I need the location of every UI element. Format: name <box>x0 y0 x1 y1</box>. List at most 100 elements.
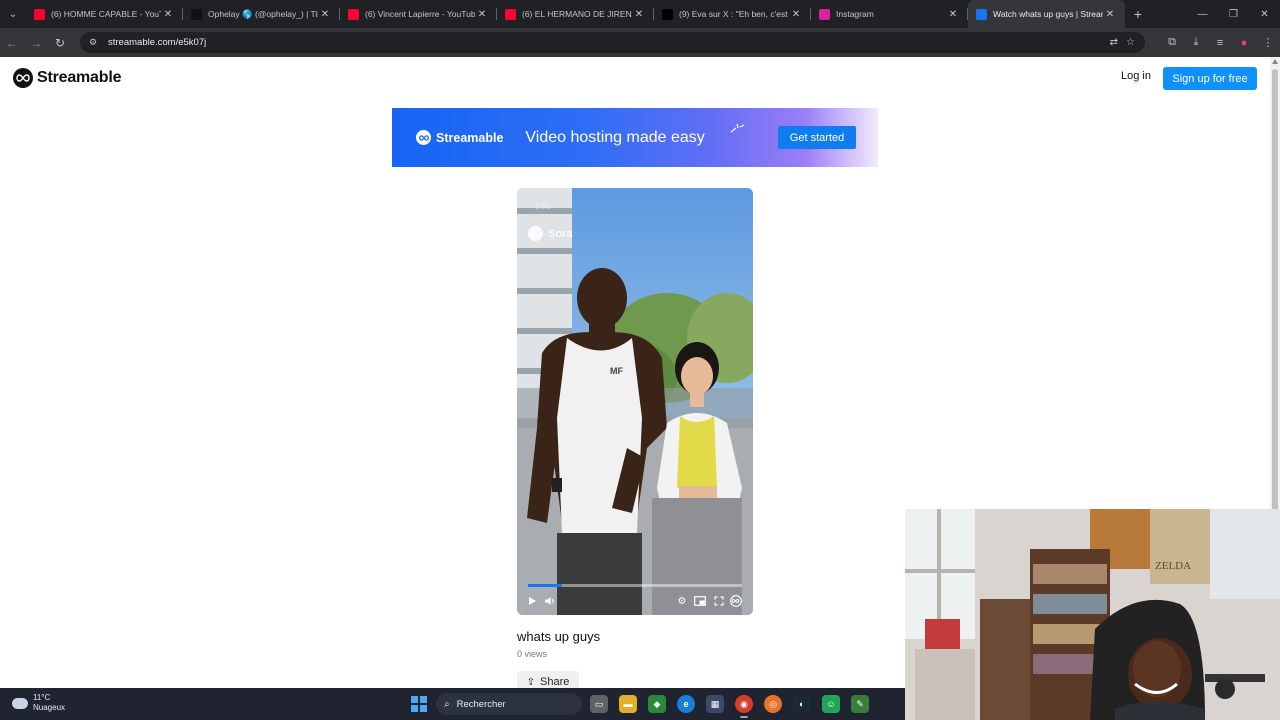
taskbar-search[interactable]: ⌕ Rechercher <box>436 693 582 715</box>
media-control-icon[interactable]: ≡ <box>1208 37 1232 49</box>
tab-title: Watch whats up guys | Streamable <box>993 9 1103 19</box>
promo-banner[interactable]: Streamable Video hosting made easy Get s… <box>392 108 878 167</box>
task-view-icon[interactable]: ▭ <box>590 695 608 713</box>
search-icon: ⌕ <box>444 698 450 710</box>
windows-start-icon[interactable] <box>411 696 427 712</box>
sora-watermark-text: Sora <box>548 227 573 240</box>
video-views: 0 views <box>517 649 548 659</box>
svg-text:MF: MF <box>610 366 623 376</box>
url-text[interactable]: streamable.com/e5k07j <box>108 37 206 48</box>
browser-toolbar: ← → ↻ ⚙ streamable.com/e5k07j ⇄ ☆ ⧉ ⤓ ≡ … <box>0 28 1280 57</box>
weather-widget[interactable]: 11°C Nuageux <box>12 693 65 713</box>
extensions-icon[interactable]: ⧉ <box>1160 36 1184 49</box>
window-controls: — ❐ ✕ <box>1187 0 1280 28</box>
browser-tab[interactable]: (6) EL HERMANO DE JIREN - Sa✕ <box>497 0 654 28</box>
x-icon <box>662 8 673 20</box>
webcam-overlay: ZELDA <box>905 509 1280 720</box>
reload-icon[interactable]: ↻ <box>48 28 72 57</box>
bookmark-star-icon[interactable]: ☆ <box>1126 37 1135 48</box>
webcam-feed: ZELDA <box>905 509 1280 720</box>
get-started-button[interactable]: Get started <box>778 126 856 149</box>
banner-streamable-icon <box>416 130 431 145</box>
share-label: Share <box>540 676 570 688</box>
tab-title: Ophelay 🌎 (@ophelay_) | TikTok <box>208 8 318 19</box>
youtube-icon <box>348 8 359 20</box>
forward-icon[interactable]: → <box>24 28 48 57</box>
fullscreen-icon[interactable] <box>712 594 726 608</box>
browser-tab[interactable]: (6) HOMME CAPABLE - YouTube✕ <box>26 0 183 28</box>
tab-close-icon[interactable]: ✕ <box>318 9 332 20</box>
tab-title: (9) Eva sur X : "Eh ben, c'est la <box>679 9 789 19</box>
banner-brand: Streamable <box>436 130 504 145</box>
chrome-icon[interactable]: ◉ <box>735 695 753 718</box>
back-icon[interactable]: ← <box>0 28 24 57</box>
svg-text:ZELDA: ZELDA <box>1155 560 1191 572</box>
restore-icon[interactable]: ❐ <box>1218 0 1249 28</box>
tab-title: (6) Vincent Lapierre - YouTube <box>365 9 475 19</box>
share-icon: ⇪ <box>526 676 536 688</box>
tab-close-icon[interactable]: ✕ <box>789 9 803 20</box>
sparkle-icon <box>730 123 745 133</box>
video-title: whats up guys <box>517 629 601 644</box>
video-duration: 1:00 <box>535 202 551 211</box>
address-bar[interactable]: ⚙ streamable.com/e5k07j ⇄ ☆ <box>80 32 1145 53</box>
microsoft-store-icon[interactable]: ▦ <box>706 695 724 713</box>
browser-tab[interactable]: Instagram ✕ <box>811 0 968 28</box>
instagram-icon <box>819 8 830 20</box>
tab-close-icon[interactable]: ✕ <box>161 9 175 20</box>
video-progress-bar[interactable] <box>528 584 742 587</box>
browser-tab[interactable]: (9) Eva sur X : "Eh ben, c'est la ✕ <box>654 0 811 28</box>
volume-icon[interactable] <box>543 594 557 608</box>
tab-title: (6) EL HERMANO DE JIREN - Sa <box>522 9 632 19</box>
video-frame: MF <box>517 188 753 615</box>
youtube-icon <box>34 8 45 20</box>
edge-icon[interactable]: e <box>677 695 695 713</box>
file-explorer-icon[interactable]: ▬ <box>619 695 637 713</box>
close-window-icon[interactable]: ✕ <box>1249 0 1280 28</box>
discord-icon[interactable]: ☺ <box>822 695 840 713</box>
pip-icon[interactable] <box>693 594 707 608</box>
weather-desc: Nuageux <box>33 703 66 712</box>
translate-icon[interactable]: ⇄ <box>1110 37 1118 48</box>
tiktok-icon <box>191 8 202 20</box>
tab-title: Instagram <box>836 9 874 19</box>
cloud-icon <box>12 697 28 709</box>
download-icon[interactable]: ⤓ <box>1184 36 1208 49</box>
settings-icon[interactable]: ⚙ <box>675 594 689 608</box>
video-player[interactable]: MF 1:00 Sora ⚙ <box>517 188 753 615</box>
banner-tagline: Video hosting made easy <box>525 128 705 146</box>
login-link[interactable]: Log in <box>1121 70 1151 82</box>
nvidia-icon[interactable]: ◆ <box>648 695 666 713</box>
tab-close-icon[interactable]: ✕ <box>946 9 960 20</box>
brand-name: Streamable <box>37 69 122 86</box>
play-icon[interactable] <box>525 594 539 608</box>
scroll-up-icon[interactable] <box>1272 59 1278 64</box>
browser-tab[interactable]: Watch whats up guys | Streamable✕ <box>968 0 1125 28</box>
tab-title: (6) HOMME CAPABLE - YouTube <box>51 9 161 19</box>
video-progress-fill <box>528 584 563 587</box>
sora-watermark: Sora <box>528 226 572 241</box>
new-tab-button[interactable]: + <box>1125 6 1151 22</box>
profile-avatar-icon[interactable]: ● <box>1232 37 1256 49</box>
streamable-logo-icon <box>13 68 33 88</box>
chrome-menu-icon[interactable]: ⋮ <box>1256 36 1280 49</box>
streamable-player-icon[interactable] <box>729 594 743 608</box>
taskbar-search-label: Rechercher <box>456 698 506 710</box>
steam-icon[interactable]: ◐ <box>793 695 811 713</box>
share-button[interactable]: ⇪ Share <box>517 671 579 688</box>
sora-logo-icon <box>528 226 543 241</box>
browser-tab[interactable]: (6) Vincent Lapierre - YouTube ✕ <box>340 0 497 28</box>
tab-close-icon[interactable]: ✕ <box>1103 9 1117 20</box>
site-info-icon[interactable]: ⚙ <box>86 36 100 50</box>
streamable-logo[interactable]: Streamable <box>13 68 121 88</box>
windows-taskbar: 11°C Nuageux ⌕ Rechercher ▭ ▬ ◆ e ▦ ◉ ◎ … <box>0 688 905 720</box>
tab-close-icon[interactable]: ✕ <box>632 9 646 20</box>
streamable-icon <box>976 8 987 20</box>
browser-tab[interactable]: Ophelay 🌎 (@ophelay_) | TikTok✕ <box>183 0 340 28</box>
tab-search-chevron-icon[interactable]: ⌄ <box>0 0 26 28</box>
spreadsheet-app-icon[interactable]: ✎ <box>851 695 869 713</box>
signup-button[interactable]: Sign up for free <box>1163 67 1257 90</box>
firefox-icon[interactable]: ◎ <box>764 695 782 713</box>
tab-close-icon[interactable]: ✕ <box>475 9 489 20</box>
minimize-icon[interactable]: — <box>1187 0 1218 28</box>
